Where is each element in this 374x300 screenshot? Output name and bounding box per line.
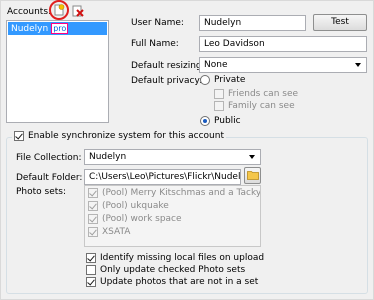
default-folder-input[interactable]: C:\Users\Leo\Pictures\Flickr\Nudelyn (84, 169, 241, 185)
identify-missing-option[interactable]: Identify missing local files on upload (86, 253, 264, 263)
account-item-nudelyn[interactable]: Nudelyn pro (8, 22, 107, 35)
privacy-public-option[interactable]: Public (200, 116, 241, 126)
full-name-input[interactable]: Leo Davidson (199, 36, 367, 52)
identify-missing-checkbox[interactable] (86, 253, 96, 263)
default-resizing-value: None (204, 60, 228, 70)
friends-can-see-checkbox[interactable] (214, 89, 224, 99)
default-privacy-label: Default privacy: (131, 76, 203, 86)
enable-sync-label: Enable synchronize system for this accou… (28, 131, 224, 141)
photo-set-label: XSATA (102, 227, 131, 237)
friends-can-see-label: Friends can see (228, 89, 299, 99)
photo-set-item[interactable]: (Pool) ukquake (88, 201, 169, 211)
user-name-input[interactable]: Nudelyn (199, 15, 306, 31)
full-name-label: Full Name: (131, 39, 179, 49)
privacy-private-option[interactable]: Private (200, 75, 245, 85)
friends-can-see-option[interactable]: Friends can see (214, 89, 298, 99)
photo-set-item[interactable]: (Pool) Merry Kitschmas and a Tacky New Y… (88, 188, 261, 198)
folder-icon (246, 171, 259, 180)
chevron-down-icon (355, 63, 361, 67)
test-button[interactable]: Test (313, 14, 367, 31)
photo-sets-list[interactable]: (Pool) Merry Kitschmas and a Tacky New Y… (84, 185, 261, 247)
chevron-down-icon (249, 155, 255, 159)
enable-sync-option[interactable]: Enable synchronize system for this accou… (12, 131, 226, 141)
accounts-label: Accounts: (7, 7, 52, 17)
enable-sync-checkbox[interactable] (14, 131, 24, 141)
family-can-see-option[interactable]: Family can see (214, 101, 295, 111)
browse-folder-button[interactable] (244, 167, 261, 184)
only-update-checked-checkbox[interactable] (86, 265, 96, 275)
photo-set-checkbox[interactable] (88, 214, 98, 224)
update-not-in-set-option[interactable]: Update photos that are not in a set (86, 277, 258, 287)
delete-icon (72, 5, 84, 17)
file-collection-label: File Collection: (16, 153, 82, 163)
file-collection-select[interactable]: Nudelyn (84, 149, 261, 165)
user-name-label: User Name: (131, 18, 184, 28)
update-not-in-set-label: Update photos that are not in a set (100, 277, 259, 287)
family-can-see-checkbox[interactable] (214, 101, 224, 111)
photo-set-checkbox[interactable] (88, 227, 98, 237)
privacy-private-label: Private (214, 75, 246, 85)
photo-set-item[interactable]: XSATA (88, 227, 130, 237)
account-name: Nudelyn (11, 23, 49, 34)
accounts-list[interactable]: Nudelyn pro (6, 20, 109, 123)
photo-set-checkbox[interactable] (88, 188, 98, 198)
default-folder-label: Default Folder: (16, 173, 83, 183)
photo-set-label: (Pool) work space (102, 214, 182, 224)
new-account-button[interactable] (53, 4, 65, 16)
photo-set-item[interactable]: (Pool) work space (88, 214, 182, 224)
default-resizing-select[interactable]: None (199, 57, 367, 73)
default-resizing-label: Default resizing: (131, 61, 205, 71)
photo-set-label: (Pool) Merry Kitschmas and a Tacky New Y… (102, 188, 261, 198)
only-update-checked-label: Only update checked Photo sets (100, 265, 246, 275)
privacy-public-label: Public (214, 116, 241, 126)
privacy-public-radio[interactable] (200, 116, 210, 126)
photo-set-checkbox[interactable] (88, 201, 98, 211)
family-can-see-label: Family can see (228, 101, 295, 111)
delete-account-button[interactable] (72, 5, 84, 17)
pro-badge: pro (51, 23, 69, 34)
only-update-checked-option[interactable]: Only update checked Photo sets (86, 265, 245, 275)
file-collection-value: Nudelyn (89, 152, 127, 162)
photo-set-label: (Pool) ukquake (102, 201, 169, 211)
new-document-icon (54, 4, 65, 16)
privacy-private-radio[interactable] (200, 75, 210, 85)
photo-sets-label: Photo sets: (16, 187, 67, 197)
identify-missing-label: Identify missing local files on upload (100, 253, 265, 263)
update-not-in-set-checkbox[interactable] (86, 277, 96, 287)
